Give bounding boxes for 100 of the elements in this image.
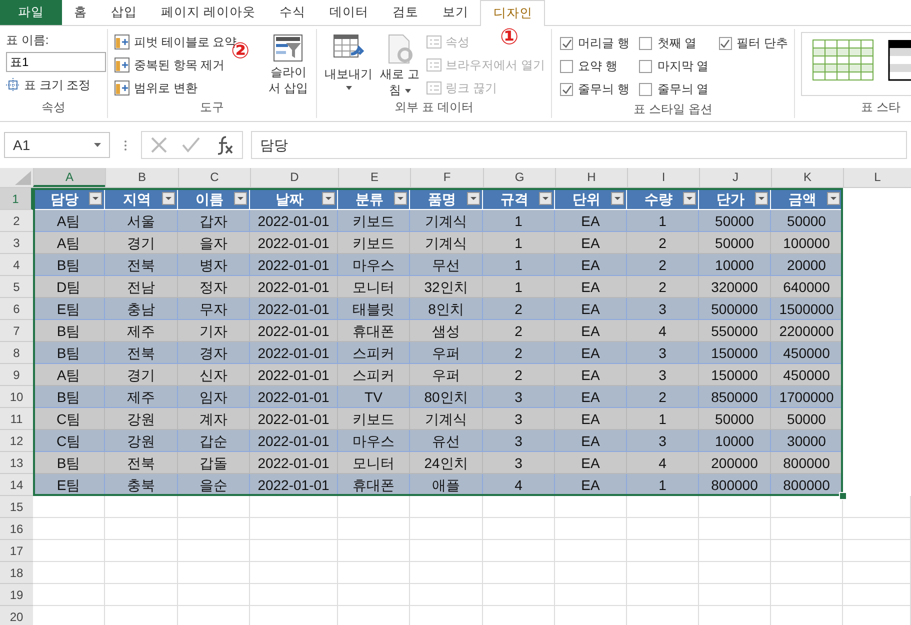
filter-dropdown-icon[interactable]	[827, 192, 840, 205]
filter-dropdown-icon[interactable]	[322, 192, 335, 205]
header-cell: 지역	[105, 188, 178, 210]
header-cell: 이름	[178, 188, 250, 210]
table-cell: 병자	[178, 254, 250, 276]
column-header[interactable]: L	[843, 168, 911, 187]
row-header[interactable]: 16	[0, 518, 33, 540]
row-header[interactable]: 9	[0, 364, 33, 386]
ribbon-button[interactable]: 범위로 변환	[134, 80, 198, 96]
table-cell: 1	[483, 210, 555, 232]
row-header[interactable]: 15	[0, 496, 33, 518]
filter-dropdown-icon[interactable]	[539, 192, 552, 205]
column-header[interactable]: G	[483, 168, 555, 187]
export-button[interactable]: 내보내기	[323, 32, 374, 99]
row-header[interactable]: 19	[0, 584, 33, 606]
row-header[interactable]: 2	[0, 210, 33, 232]
filter-dropdown-icon[interactable]	[162, 192, 175, 205]
table-cell: 전남	[105, 276, 178, 298]
empty-cell	[771, 540, 843, 562]
empty-cell	[843, 518, 911, 540]
checkbox[interactable]	[560, 37, 573, 50]
filter-dropdown-icon[interactable]	[467, 192, 480, 205]
row-header[interactable]: 12	[0, 430, 33, 452]
filter-dropdown-icon[interactable]	[234, 192, 247, 205]
header-cell: 규격	[483, 188, 555, 210]
column-header[interactable]: J	[699, 168, 771, 187]
table-cell: 2022-01-01	[250, 298, 338, 320]
column-header[interactable]: H	[555, 168, 627, 187]
table-name-field[interactable]: 표1	[6, 52, 106, 72]
row-header[interactable]: 7	[0, 320, 33, 342]
checkbox[interactable]	[560, 83, 573, 96]
table-cell: 32인치	[410, 276, 483, 298]
column-header[interactable]: C	[178, 168, 250, 187]
table-cell: 스피커	[338, 364, 410, 386]
table-cell: 키보드	[338, 210, 410, 232]
table-cell: 강원	[105, 408, 178, 430]
ribbon-tab[interactable]: 파일	[0, 0, 62, 25]
table-cell: 제주	[105, 386, 178, 408]
table-cell: 정자	[178, 276, 250, 298]
row-header[interactable]: 17	[0, 540, 33, 562]
table-cell: 태블릿	[338, 298, 410, 320]
table-cell: EA	[555, 364, 627, 386]
row-header[interactable]: 8	[0, 342, 33, 364]
formula-field[interactable]: 담당	[251, 131, 907, 159]
ribbon-tab[interactable]: 검토	[380, 0, 430, 25]
column-header[interactable]: D	[250, 168, 338, 187]
filter-dropdown-icon[interactable]	[683, 192, 696, 205]
column-header[interactable]: I	[627, 168, 699, 187]
refresh-button[interactable]: 새로 고침	[378, 32, 422, 99]
table-cell: 전북	[105, 254, 178, 276]
checkbox[interactable]	[718, 37, 732, 50]
insert-slicer-button[interactable]: 슬라이서 삽입	[266, 32, 310, 99]
ribbon-tab[interactable]: 데이터	[317, 0, 380, 25]
row-header[interactable]: 5	[0, 276, 33, 298]
row-header[interactable]: 10	[0, 386, 33, 408]
row-header[interactable]: 13	[0, 452, 33, 474]
empty-cell	[33, 562, 105, 584]
table-cell: 100000	[771, 232, 843, 254]
table-cell: D팀	[33, 276, 105, 298]
filter-dropdown-icon[interactable]	[611, 192, 624, 205]
row-header[interactable]: 11	[0, 408, 33, 430]
row-header[interactable]: 18	[0, 562, 33, 584]
row-header[interactable]: 20	[0, 606, 33, 625]
column-header[interactable]: A	[33, 168, 105, 187]
row-header[interactable]: 1	[0, 188, 33, 210]
checkbox[interactable]	[639, 60, 652, 73]
table-cell: 우퍼	[410, 342, 483, 364]
filter-dropdown-icon[interactable]	[394, 192, 407, 205]
fill-handle[interactable]	[839, 492, 847, 500]
ribbon-tab[interactable]: 홈	[62, 0, 99, 25]
resize-table-button[interactable]: 표 크기 조정	[24, 76, 91, 94]
table-style-thumbnail[interactable]	[812, 39, 874, 81]
filter-dropdown-icon[interactable]	[89, 192, 102, 205]
table-cell: A팀	[33, 232, 105, 254]
filter-dropdown-icon[interactable]	[755, 192, 768, 205]
ribbon-tab[interactable]: 보기	[430, 0, 480, 25]
ribbon-tab[interactable]: 페이지 레이아웃	[149, 0, 268, 25]
table-cell: EA	[555, 342, 627, 364]
name-box[interactable]: A1	[4, 132, 110, 158]
empty-cell	[178, 518, 250, 540]
ribbon-tab[interactable]: 수식	[267, 0, 318, 25]
ribbon-tab[interactable]: 디자인	[480, 0, 546, 27]
column-header[interactable]: E	[338, 168, 410, 187]
row-header[interactable]: 4	[0, 254, 33, 276]
table-cell: 800000	[771, 452, 843, 474]
table-cell: 2	[627, 232, 699, 254]
ribbon-tab[interactable]: 삽입	[99, 0, 149, 25]
checkbox[interactable]	[560, 60, 573, 73]
row-header[interactable]: 14	[0, 474, 33, 496]
column-header[interactable]: K	[771, 168, 843, 187]
table-cell: C팀	[33, 408, 105, 430]
row-header[interactable]: 6	[0, 298, 33, 320]
table-cell: 2022-01-01	[250, 342, 338, 364]
column-header[interactable]: B	[105, 168, 178, 187]
checkbox[interactable]	[639, 37, 652, 50]
table-cell: A팀	[33, 364, 105, 386]
column-header[interactable]: F	[410, 168, 483, 187]
checkbox[interactable]	[639, 83, 652, 96]
row-header[interactable]: 3	[0, 232, 33, 254]
ribbon-button[interactable]: 중복된 항목 제거	[134, 56, 225, 74]
